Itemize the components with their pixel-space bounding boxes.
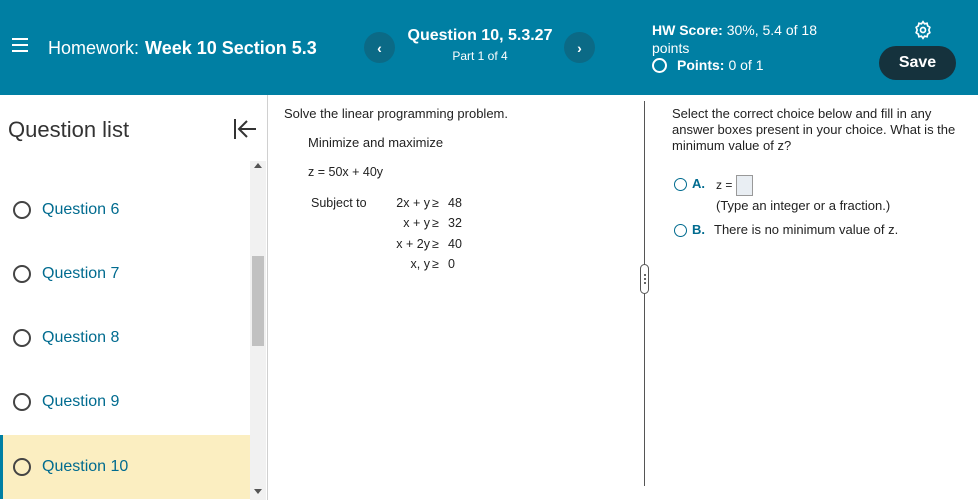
hw-score-label: HW Score: [652,22,723,38]
next-question-button[interactable]: › [564,32,595,63]
choice-b-radio[interactable] [674,224,687,237]
scroll-up-arrow-icon[interactable] [254,163,262,168]
choice-a-radio[interactable] [674,178,687,191]
question-list-title: Question list [8,117,130,142]
problem-task: Minimize and maximize [308,135,444,150]
question-status-icon [13,393,31,411]
homework-label: Homework: [48,38,140,58]
chevron-left-icon: ‹ [377,39,382,56]
choice-a-letter: A. [692,176,705,191]
constraint-relation: ≥ [432,257,439,271]
problem-intro: Solve the linear programming problem. [284,106,508,121]
points-label: Points: [677,57,725,73]
minimum-z-answer-box[interactable] [736,175,753,196]
hw-score: HW Score: 30%, 5.4 of 18 points [652,21,852,57]
question-list-item[interactable]: Question 6 [0,178,250,242]
choice-a-hint: (Type an integer or a fraction.) [716,198,891,213]
constraint-rhs: 0 [448,257,455,271]
question-part: Part 1 of 4 [452,49,508,63]
question-title: Question 10, 5.3.27 [407,27,553,44]
constraint-rhs: 48 [448,196,462,210]
choice-b-letter: B. [692,222,705,237]
question-label: Question 10 [42,458,129,475]
gear-icon[interactable] [913,20,933,40]
subject-to-label: Subject to [311,196,367,210]
points-status: Points: 0 of 1 [652,57,763,73]
hamburger-menu-icon[interactable] [12,38,28,52]
pane-resize-handle[interactable] [640,264,649,294]
question-label: Question 7 [42,265,120,282]
question-label: Question 9 [42,393,120,410]
constraint-rhs: 32 [448,216,462,230]
constraint-lhs: x + 2y [396,237,430,251]
constraint-relation: ≥ [432,216,439,230]
scroll-down-arrow-icon[interactable] [254,489,262,494]
question-status-icon [13,265,31,283]
points-value: 0 of 1 [728,57,764,73]
question-label: Question 8 [42,329,120,346]
objective-function: z = 50x + 40y [308,165,384,179]
save-button[interactable]: Save [879,46,956,80]
top-header: Homework: Week 10 Section 5.3 ‹ Question … [0,0,978,95]
question-status-icon [13,201,31,219]
question-list-item[interactable]: Question 9 [0,370,250,434]
question-list-item[interactable]: Question 7 [0,242,250,306]
constraint-relation: ≥ [432,196,439,210]
constraint-lhs: x, y [410,257,430,271]
constraint-lhs: x + y [403,216,430,230]
question-list-sidebar: Question list Question 6 Question 7 Ques… [0,95,268,500]
scrollbar-thumb[interactable] [252,256,264,346]
collapse-sidebar-icon[interactable] [232,116,258,142]
previous-question-button[interactable]: ‹ [364,32,395,63]
question-label: Question 6 [42,201,120,218]
homework-title: Homework: Week 10 Section 5.3 [48,38,317,59]
choice-b[interactable]: B. There is no minimum value of z. [674,222,898,237]
question-status-icon [13,458,31,476]
choice-a-equation-label: z = [716,178,733,192]
answer-instruction: Select the correct choice below and fill… [672,106,956,153]
constraint-rhs: 40 [448,237,462,251]
choice-b-text: There is no minimum value of z. [714,222,899,237]
question-list-item[interactable]: Question 8 [0,306,250,370]
choice-a[interactable]: A. [674,176,714,191]
points-circle-icon [652,57,667,73]
chevron-right-icon: › [577,39,582,56]
constraint-relation: ≥ [432,237,439,251]
homework-name: Week 10 Section 5.3 [145,38,317,58]
question-list-scrollbar[interactable] [250,161,266,500]
question-list-item-active[interactable]: Question 10 [0,435,250,499]
constraint-lhs: 2x + y [396,196,430,210]
question-status-icon [13,329,31,347]
